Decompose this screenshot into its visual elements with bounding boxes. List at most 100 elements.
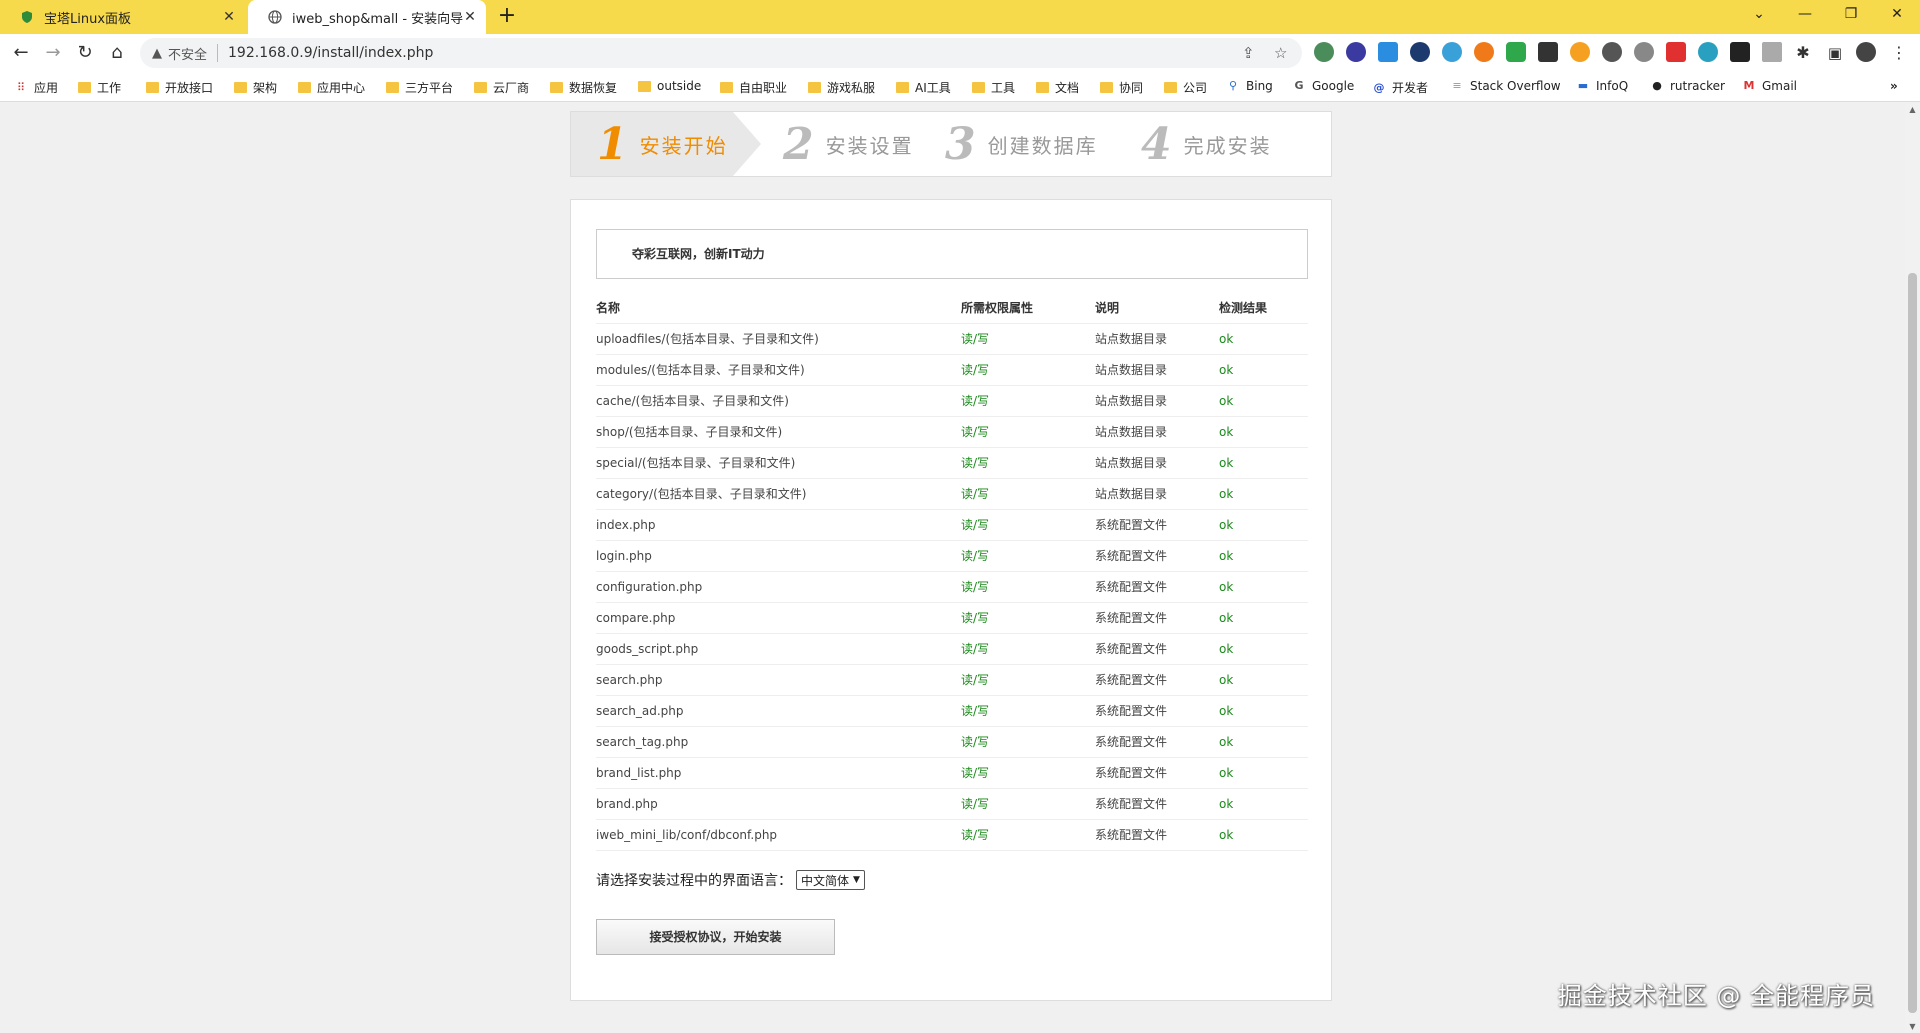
minimize-button[interactable]: — bbox=[1782, 0, 1828, 30]
extension-icon[interactable] bbox=[1378, 42, 1398, 62]
extension-icon[interactable] bbox=[1410, 42, 1430, 62]
extension-icon[interactable] bbox=[1314, 42, 1334, 62]
home-icon[interactable]: ⌂ bbox=[104, 41, 130, 65]
page-viewport: 1 安装开始 2 安装设置 3 创建数据库 4 完成安装 夺彩互联网，创新IT动… bbox=[0, 103, 1905, 1033]
tab-search-icon[interactable]: ⌄ bbox=[1736, 0, 1782, 30]
menu-icon[interactable]: ⋮ bbox=[1886, 41, 1912, 65]
cell-result: ok bbox=[1219, 540, 1308, 572]
address-bar[interactable]: ▲ 不安全 192.168.0.9/install/index.php ⇪ ☆ bbox=[140, 38, 1302, 68]
cell-name: index.php bbox=[596, 509, 961, 541]
new-tab-button[interactable]: + bbox=[496, 5, 518, 28]
close-icon[interactable]: ✕ bbox=[462, 9, 478, 25]
extension-icon[interactable] bbox=[1602, 42, 1622, 62]
cell-result: ok bbox=[1219, 788, 1308, 820]
bookmark-folder[interactable]: 应用中心 bbox=[298, 79, 365, 96]
bookmark-stackoverflow[interactable]: ≡ Stack Overflow bbox=[1450, 79, 1560, 93]
bookmark-apps[interactable]: ⠿ 应用 bbox=[14, 79, 58, 96]
cell-description: 站点数据目录 bbox=[1095, 416, 1219, 448]
back-arrow-icon[interactable]: ← bbox=[8, 41, 34, 65]
bookmark-folder[interactable]: AI工具 bbox=[896, 79, 951, 96]
bookmark-folder[interactable]: 自由职业 bbox=[720, 79, 787, 96]
globe-icon bbox=[268, 10, 282, 24]
extension-icon[interactable] bbox=[1346, 42, 1366, 62]
shield-icon bbox=[20, 10, 34, 24]
bookmark-folder[interactable]: 数据恢复 bbox=[550, 79, 617, 96]
language-select[interactable]: 中文简体 ▼ bbox=[796, 870, 865, 890]
sidepanel-icon[interactable]: ▣ bbox=[1822, 41, 1848, 65]
page-scrollbar[interactable]: ▲ ▼ bbox=[1905, 103, 1920, 1033]
extension-icon[interactable] bbox=[1762, 42, 1782, 62]
close-window-button[interactable]: ✕ bbox=[1874, 0, 1920, 30]
bookmark-infoq[interactable]: ▬ InfoQ bbox=[1576, 79, 1628, 93]
bookmark-folder[interactable]: 云厂商 bbox=[474, 79, 529, 96]
table-row: configuration.php 读/写 系统配置文件 ok bbox=[596, 571, 1308, 603]
bookmark-gmail[interactable]: M Gmail bbox=[1742, 79, 1798, 93]
extension-icon[interactable] bbox=[1730, 42, 1750, 62]
warning-icon[interactable]: ▲ bbox=[152, 46, 162, 61]
close-icon[interactable]: ✕ bbox=[221, 9, 237, 25]
folder-icon bbox=[386, 82, 399, 93]
folder-icon bbox=[972, 82, 985, 93]
folder-icon bbox=[550, 82, 563, 93]
share-icon[interactable]: ⇪ bbox=[1242, 44, 1255, 62]
extension-icon[interactable] bbox=[1698, 42, 1718, 62]
extension-icon[interactable] bbox=[1538, 42, 1558, 62]
language-prompt: 请选择安装过程中的界面语言： bbox=[596, 873, 792, 889]
more-bookmarks-button[interactable]: » bbox=[1890, 79, 1898, 93]
extension-icon[interactable] bbox=[1570, 42, 1590, 62]
start-install-button[interactable]: 接受授权协议，开始安装 bbox=[596, 919, 835, 955]
bookmark-folder[interactable]: 架构 bbox=[234, 79, 277, 96]
bookmark-google[interactable]: G Google bbox=[1292, 79, 1354, 93]
security-label[interactable]: 不安全 bbox=[168, 44, 207, 63]
bookmark-folder[interactable]: outside bbox=[638, 79, 701, 93]
table-row: login.php 读/写 系统配置文件 ok bbox=[596, 540, 1308, 572]
bookmark-bing[interactable]: ⚲ Bing bbox=[1226, 79, 1273, 93]
cell-name: cache/(包括本目录、子目录和文件) bbox=[596, 385, 961, 417]
bookmark-folder[interactable]: 文档 bbox=[1036, 79, 1079, 96]
cell-permission: 读/写 bbox=[961, 540, 1095, 572]
folder-icon bbox=[720, 82, 733, 93]
bookmark-folder[interactable]: 工具 bbox=[972, 79, 1015, 96]
url-text[interactable]: 192.168.0.9/install/index.php bbox=[228, 45, 433, 61]
bookmark-rutracker[interactable]: ● rutracker bbox=[1650, 79, 1725, 93]
cell-description: 系统配置文件 bbox=[1095, 571, 1219, 603]
extension-icon[interactable] bbox=[1474, 42, 1494, 62]
step-3: 3 创建数据库 bbox=[923, 112, 1119, 176]
bookmark-folder[interactable]: 工作 bbox=[78, 79, 121, 96]
cell-permission: 读/写 bbox=[961, 664, 1095, 696]
table-row: shop/(包括本目录、子目录和文件) 读/写 站点数据目录 ok bbox=[596, 416, 1308, 448]
reload-icon[interactable]: ↻ bbox=[72, 41, 98, 65]
bookmark-folder[interactable]: 三方平台 bbox=[386, 79, 453, 96]
extension-icon[interactable] bbox=[1506, 42, 1526, 62]
bookmark-folder[interactable]: 公司 bbox=[1164, 79, 1207, 96]
cell-permission: 读/写 bbox=[961, 323, 1095, 355]
cell-permission: 读/写 bbox=[961, 447, 1095, 479]
cell-permission: 读/写 bbox=[961, 509, 1095, 541]
cell-description: 系统配置文件 bbox=[1095, 695, 1219, 727]
extension-icon[interactable] bbox=[1666, 42, 1686, 62]
scroll-up-icon[interactable]: ▲ bbox=[1905, 105, 1920, 114]
scrollbar-thumb[interactable] bbox=[1908, 273, 1917, 1013]
cell-description: 系统配置文件 bbox=[1095, 509, 1219, 541]
bookmark-star-icon[interactable]: ☆ bbox=[1274, 44, 1287, 62]
avatar[interactable] bbox=[1856, 42, 1876, 62]
table-row: category/(包括本目录、子目录和文件) 读/写 站点数据目录 ok bbox=[596, 478, 1308, 510]
cell-name: brand_list.php bbox=[596, 757, 961, 789]
bookmark-dev[interactable]: @ 开发者 bbox=[1372, 79, 1429, 96]
bookmark-folder[interactable]: 游戏私服 bbox=[808, 79, 875, 96]
restore-button[interactable]: ❐ bbox=[1828, 0, 1874, 30]
cell-result: ok bbox=[1219, 447, 1308, 479]
tab-iweb-install[interactable]: iweb_shop&mall - 安装向导 ✕ bbox=[248, 0, 486, 34]
tab-baota[interactable]: 宝塔Linux面板 ✕ bbox=[0, 0, 245, 34]
forward-arrow-icon[interactable]: → bbox=[40, 41, 66, 65]
cell-name: login.php bbox=[596, 540, 961, 572]
bookmark-folder[interactable]: 协同 bbox=[1100, 79, 1143, 96]
extension-icon[interactable] bbox=[1634, 42, 1654, 62]
rutracker-icon: ● bbox=[1652, 79, 1662, 92]
scroll-down-icon[interactable]: ▼ bbox=[1905, 1022, 1920, 1031]
bookmark-folder[interactable]: 开放接口 bbox=[146, 79, 213, 96]
extension-icon[interactable] bbox=[1442, 42, 1462, 62]
folder-icon bbox=[896, 82, 909, 93]
cell-result: ok bbox=[1219, 602, 1308, 634]
puzzle-icon[interactable]: ✱ bbox=[1790, 41, 1816, 65]
